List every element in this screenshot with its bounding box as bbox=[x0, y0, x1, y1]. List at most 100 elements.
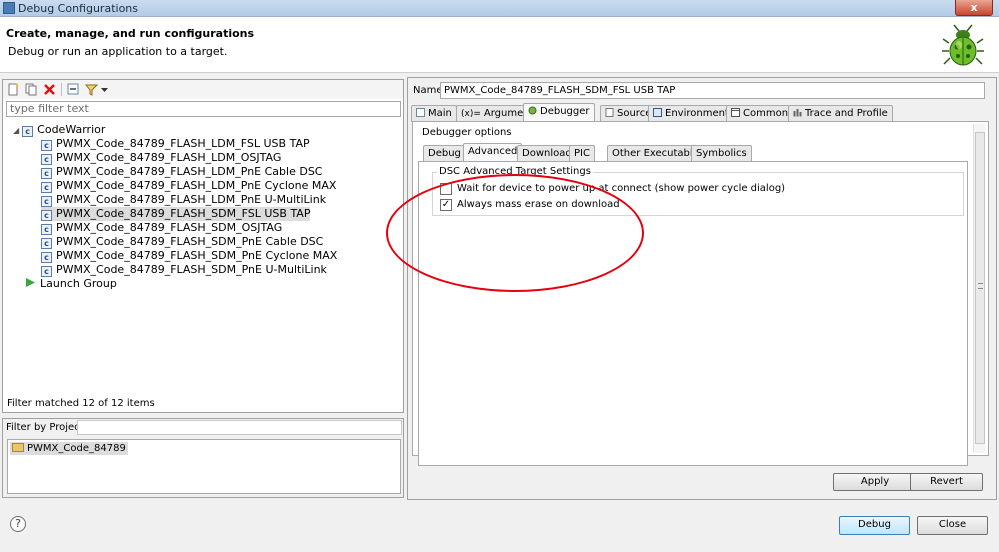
project-filter-pane: Filter by Project: PWMX_Code_84789 bbox=[2, 418, 404, 498]
tree-item[interactable]: c PWMX_Code_84789_FLASH_SDM_PnE Cyclone M… bbox=[41, 249, 337, 263]
chevron-down-icon[interactable] bbox=[100, 83, 109, 96]
tab-label: PIC bbox=[574, 148, 590, 159]
tree-item-label: PWMX_Code_84789_FLASH_LDM_OSJTAG bbox=[56, 151, 282, 164]
tree-item[interactable]: c PWMX_Code_84789_FLASH_LDM_PnE U-MultiLi… bbox=[41, 193, 326, 207]
trace-profile-icon bbox=[793, 109, 802, 117]
environment-tab-icon bbox=[653, 108, 662, 117]
config-icon: c bbox=[41, 210, 52, 221]
expand-arrow-icon[interactable]: ◢ bbox=[13, 126, 19, 135]
tree-item[interactable]: c PWMX_Code_84789_FLASH_SDM_PnE U-MultiLi… bbox=[41, 263, 327, 277]
tree-item[interactable]: c PWMX_Code_84789_FLASH_LDM_OSJTAG bbox=[41, 151, 281, 165]
filter-input[interactable]: type filter text bbox=[6, 101, 401, 117]
tree-item[interactable]: c PWMX_Code_84789_FLASH_LDM_PnE Cyclone M… bbox=[41, 179, 336, 193]
wait-for-power-checkbox[interactable] bbox=[440, 183, 452, 195]
advanced-tab-panel: DSC Advanced Target Settings Wait for de… bbox=[418, 161, 968, 466]
configuration-tree-pane: type filter text ◢ c CodeWarrior c PWMX_Cod… bbox=[2, 79, 404, 413]
tab-debugger[interactable]: Debugger bbox=[523, 103, 595, 122]
title-bar: Debug Configurations x bbox=[0, 0, 999, 17]
tab-symbolics[interactable]: Symbolics bbox=[691, 145, 752, 162]
config-icon: c bbox=[41, 140, 52, 151]
toolbar-separator bbox=[61, 83, 62, 96]
group-title: DSC Advanced Target Settings bbox=[437, 166, 593, 177]
tree-root-codewarrior[interactable]: ◢ c CodeWarrior bbox=[13, 123, 105, 137]
tree-item-launch-group[interactable]: Launch Group bbox=[25, 277, 117, 291]
tree-item[interactable]: c PWMX_Code_84789_FLASH_LDM_PnE Cable DSC bbox=[41, 165, 322, 179]
close-button[interactable]: Close bbox=[917, 516, 988, 535]
tree-toolbar bbox=[3, 80, 403, 99]
header-title: Create, manage, and run configurations bbox=[6, 27, 255, 40]
config-icon: c bbox=[41, 168, 52, 179]
tree-item[interactable]: c PWMX_Code_84789_FLASH_SDM_OSJTAG bbox=[41, 221, 282, 235]
dialog-header: Create, manage, and run configurations D… bbox=[0, 17, 999, 73]
main-tab-icon bbox=[416, 108, 425, 117]
duplicate-icon[interactable] bbox=[25, 83, 38, 96]
tab-label: Debugger bbox=[540, 106, 590, 117]
tab-label: Common bbox=[743, 108, 789, 119]
filter-by-project-label: Filter by Project: bbox=[6, 422, 87, 433]
revert-button[interactable]: Revert bbox=[910, 473, 983, 491]
config-icon: c bbox=[41, 252, 52, 263]
tree-item-label: PWMX_Code_84789_FLASH_SDM_OSJTAG bbox=[56, 221, 283, 234]
project-filter-field[interactable] bbox=[77, 420, 402, 435]
configuration-editor-pane: Name: PWMX_Code_84789_FLASH_SDM_FSL USB … bbox=[407, 77, 997, 500]
tree-item-label: PWMX_Code_84789_FLASH_SDM_PnE Cyclone MA… bbox=[56, 249, 338, 262]
debug-button[interactable]: Debug bbox=[839, 516, 910, 535]
vertical-scrollbar[interactable] bbox=[973, 124, 985, 453]
delete-icon[interactable] bbox=[43, 83, 56, 96]
tab-label: Download bbox=[522, 148, 572, 159]
project-item-label: PWMX_Code_84789 bbox=[27, 443, 126, 454]
config-icon: c bbox=[41, 238, 52, 249]
tab-label: Advanced bbox=[468, 146, 518, 157]
apply-button[interactable]: Apply bbox=[833, 473, 917, 491]
tree-item-selected[interactable]: c PWMX_Code_84789_FLASH_SDM_FSL USB TAP bbox=[41, 207, 311, 221]
tree-item[interactable]: c PWMX_Code_84789_FLASH_SDM_PnE Cable DSC bbox=[41, 235, 323, 249]
launch-group-label: Launch Group bbox=[40, 277, 117, 290]
config-icon: c bbox=[41, 196, 52, 207]
tab-download[interactable]: Download bbox=[517, 145, 577, 162]
bug-icon bbox=[942, 24, 984, 66]
app-icon bbox=[3, 2, 15, 14]
inner-tab-strip: Debug Advanced Download PIC Other Execut… bbox=[423, 143, 983, 162]
new-configuration-icon[interactable] bbox=[7, 83, 20, 96]
tab-common[interactable]: Common bbox=[726, 105, 794, 122]
name-input[interactable]: PWMX_Code_84789_FLASH_SDM_FSL USB TAP bbox=[440, 82, 985, 99]
tab-main[interactable]: Main bbox=[411, 105, 457, 122]
tab-label: Source bbox=[617, 108, 652, 119]
tab-debug[interactable]: Debug bbox=[423, 145, 466, 162]
tab-label: Trace and Profile bbox=[805, 108, 888, 119]
tab-trace-and-profile[interactable]: Trace and Profile bbox=[788, 105, 893, 122]
codewarrior-config-icon: c bbox=[22, 126, 34, 137]
tree-item-label: PWMX_Code_84789_FLASH_SDM_PnE U-MultiLin… bbox=[56, 263, 327, 276]
project-item[interactable]: PWMX_Code_84789 bbox=[10, 442, 128, 455]
dsc-advanced-group: DSC Advanced Target Settings Wait for de… bbox=[432, 166, 964, 216]
collapse-all-icon[interactable] bbox=[67, 83, 80, 96]
project-folder-icon bbox=[12, 443, 24, 452]
help-icon[interactable]: ? bbox=[10, 516, 26, 532]
arguments-icon: (x)= bbox=[461, 109, 481, 119]
filter-icon[interactable] bbox=[85, 83, 98, 96]
tab-advanced[interactable]: Advanced bbox=[463, 143, 523, 162]
tree-item-label: PWMX_Code_84789_FLASH_LDM_PnE U-MultiLin… bbox=[56, 193, 327, 206]
window-close-button[interactable]: x bbox=[955, 0, 993, 16]
header-subtitle: Debug or run an application to a target. bbox=[8, 45, 228, 58]
debugger-tab-icon bbox=[528, 106, 537, 115]
tree-root-label: CodeWarrior bbox=[37, 123, 106, 136]
tab-label: Symbolics bbox=[696, 148, 747, 159]
source-tab-icon bbox=[605, 108, 614, 117]
tab-pic[interactable]: PIC bbox=[569, 145, 595, 162]
debugger-options-label: Debugger options bbox=[422, 127, 512, 138]
tab-label: Main bbox=[428, 108, 452, 119]
mass-erase-label: Always mass erase on download bbox=[457, 199, 620, 210]
tree-item-label: PWMX_Code_84789_FLASH_LDM_FSL USB TAP bbox=[56, 137, 310, 150]
common-tab-icon bbox=[731, 108, 740, 117]
mass-erase-checkbox[interactable]: ✓ bbox=[440, 199, 452, 211]
tree-item[interactable]: c PWMX_Code_84789_FLASH_LDM_FSL USB TAP bbox=[41, 137, 310, 151]
project-list: PWMX_Code_84789 bbox=[7, 439, 401, 494]
config-icon: c bbox=[41, 154, 52, 165]
window-title: Debug Configurations bbox=[18, 2, 139, 15]
tab-environment[interactable]: Environment bbox=[648, 105, 734, 122]
tree-item-label: PWMX_Code_84789_FLASH_LDM_PnE Cable DSC bbox=[56, 165, 323, 178]
scrollbar-thumb[interactable] bbox=[975, 132, 985, 444]
tree-item-label: PWMX_Code_84789_FLASH_SDM_PnE Cable DSC bbox=[56, 235, 324, 248]
filter-status: Filter matched 12 of 12 items bbox=[7, 398, 155, 409]
